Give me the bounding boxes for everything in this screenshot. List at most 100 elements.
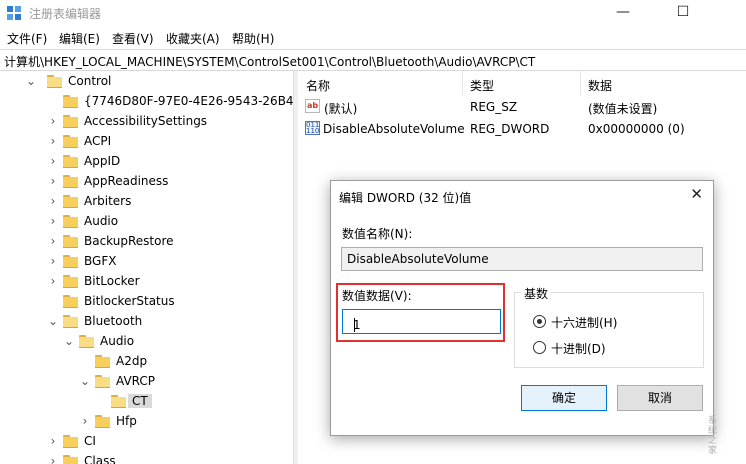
- tree-item[interactable]: › Hfp: [0, 412, 293, 432]
- folder-icon: [63, 155, 78, 168]
- chevron-right-icon[interactable]: ›: [47, 454, 59, 464]
- string-value-icon: ab: [305, 99, 320, 113]
- chevron-down-icon[interactable]: ⌄: [25, 74, 37, 88]
- window-title: 注册表编辑器: [29, 7, 102, 21]
- tree-item-control[interactable]: ⌄ Control: [0, 72, 293, 92]
- folder-icon: [63, 435, 78, 448]
- folder-icon: [63, 195, 78, 208]
- title-bar: 注册表编辑器 — ☐: [0, 0, 746, 27]
- tree-item-label: Control: [68, 74, 112, 88]
- folder-icon: [63, 275, 78, 288]
- folder-open-icon: [47, 75, 62, 88]
- tree-item-label: BGFX: [84, 254, 117, 268]
- chevron-right-icon[interactable]: ›: [47, 194, 59, 208]
- folder-icon: [63, 455, 78, 464]
- ok-button[interactable]: 确定: [521, 385, 607, 411]
- maximize-button[interactable]: ☐: [660, 0, 706, 27]
- tree-item[interactable]: › CI: [0, 432, 293, 452]
- chevron-right-icon[interactable]: ›: [47, 234, 59, 248]
- tree-item[interactable]: › BackupRestore: [0, 232, 293, 252]
- folder-icon: [63, 135, 78, 148]
- chevron-right-icon[interactable]: ›: [47, 214, 59, 228]
- tree-item[interactable]: A2dp: [0, 352, 293, 372]
- chevron-right-icon[interactable]: ›: [47, 254, 59, 268]
- tree-item-ct[interactable]: CT: [0, 392, 293, 412]
- watermark: 系统之家: [708, 416, 718, 456]
- minimize-button[interactable]: —: [600, 0, 646, 27]
- value-data-input[interactable]: 1: [342, 309, 501, 334]
- column-divider[interactable]: [580, 71, 581, 95]
- column-header-name[interactable]: 名称: [306, 77, 330, 94]
- menu-help[interactable]: 帮助(H): [232, 30, 274, 47]
- cancel-button[interactable]: 取消: [617, 385, 703, 411]
- tree-item[interactable]: › AccessibilitySettings: [0, 112, 293, 132]
- chevron-down-icon[interactable]: ⌄: [63, 334, 75, 348]
- chevron-right-icon[interactable]: ›: [47, 434, 59, 448]
- folder-icon: [63, 175, 78, 188]
- menu-edit[interactable]: 编辑(E): [59, 30, 100, 47]
- folder-icon: [95, 415, 110, 428]
- base-label: 基数: [521, 285, 552, 302]
- tree-item[interactable]: › AppID: [0, 152, 293, 172]
- tree-item-label: BitLocker: [84, 274, 140, 288]
- chevron-down-icon[interactable]: ⌄: [47, 314, 59, 328]
- tree-item[interactable]: › Class: [0, 452, 293, 464]
- menu-file[interactable]: 文件(F): [7, 30, 47, 47]
- chevron-right-icon[interactable]: ›: [47, 154, 59, 168]
- column-divider[interactable]: [462, 71, 463, 95]
- registry-tree[interactable]: ⌄ Control {7746D80F-97E0-4E26-9543-26B4 …: [0, 71, 293, 464]
- tree-item-audio[interactable]: ⌄ Audio: [0, 332, 293, 352]
- tree-item[interactable]: › BitLocker: [0, 272, 293, 292]
- chevron-right-icon[interactable]: ›: [47, 134, 59, 148]
- value-name: (默认): [324, 102, 358, 116]
- tree-item-label: BackupRestore: [84, 234, 174, 248]
- value-name-field: DisableAbsoluteVolume: [341, 247, 703, 271]
- address-bar[interactable]: 计算机\HKEY_LOCAL_MACHINE\SYSTEM\ControlSet…: [0, 49, 746, 71]
- chevron-right-icon[interactable]: ›: [47, 274, 59, 288]
- tree-item-label: Class: [84, 454, 116, 464]
- edit-dword-dialog: 编辑 DWORD (32 位)值 ✕ 数值名称(N): DisableAbsol…: [330, 180, 714, 436]
- tree-item[interactable]: › Audio: [0, 212, 293, 232]
- menu-view[interactable]: 查看(V): [112, 30, 154, 47]
- radio-hex-label[interactable]: 十六进制(H): [551, 314, 617, 331]
- tree-item[interactable]: BitlockerStatus: [0, 292, 293, 312]
- tree-item-label: AVRCP: [116, 374, 156, 388]
- tree-item-label: {7746D80F-97E0-4E26-9543-26B4: [84, 94, 293, 108]
- folder-icon: [95, 355, 110, 368]
- chevron-right-icon[interactable]: ›: [47, 114, 59, 128]
- tree-item[interactable]: › BGFX: [0, 252, 293, 272]
- tree-item-label: CI: [84, 434, 96, 448]
- registry-editor-icon: [7, 6, 21, 20]
- chevron-right-icon[interactable]: ›: [79, 414, 91, 428]
- column-header-data[interactable]: 数据: [588, 77, 612, 94]
- value-data: (数值未设置): [588, 102, 658, 116]
- value-data-label: 数值数据(V):: [342, 289, 412, 303]
- tree-item-label: Hfp: [116, 414, 137, 428]
- tree-item[interactable]: › ACPI: [0, 132, 293, 152]
- folder-open-icon: [111, 395, 126, 408]
- tree-item-avrcp[interactable]: ⌄ AVRCP: [0, 372, 293, 392]
- folder-open-icon: [95, 375, 110, 388]
- address-path[interactable]: 计算机\HKEY_LOCAL_MACHINE\SYSTEM\ControlSet…: [4, 53, 535, 70]
- menu-favorites[interactable]: 收藏夹(A): [166, 30, 220, 47]
- folder-icon: [63, 295, 78, 308]
- tree-item-label: Arbiters: [84, 194, 132, 208]
- value-data: 0x00000000 (0): [588, 122, 685, 136]
- column-header-type[interactable]: 类型: [470, 77, 494, 94]
- tree-item[interactable]: {7746D80F-97E0-4E26-9543-26B4: [0, 92, 293, 112]
- radio-decimal-label[interactable]: 十进制(D): [551, 340, 606, 357]
- radio-hex[interactable]: [533, 315, 546, 328]
- folder-icon: [63, 115, 78, 128]
- radio-decimal[interactable]: [533, 341, 546, 354]
- chevron-right-icon[interactable]: ›: [47, 174, 59, 188]
- tree-item-bluetooth[interactable]: ⌄ Bluetooth: [0, 312, 293, 332]
- tree-item[interactable]: › Arbiters: [0, 192, 293, 212]
- tree-item[interactable]: › AppReadiness: [0, 172, 293, 192]
- folder-open-icon: [63, 315, 78, 328]
- folder-icon: [63, 235, 78, 248]
- tree-item-label: CT: [128, 394, 152, 408]
- tree-item-label: BitlockerStatus: [84, 294, 175, 308]
- tree-item-label: AppReadiness: [84, 174, 169, 188]
- close-icon[interactable]: ✕: [690, 185, 703, 203]
- chevron-down-icon[interactable]: ⌄: [79, 374, 91, 388]
